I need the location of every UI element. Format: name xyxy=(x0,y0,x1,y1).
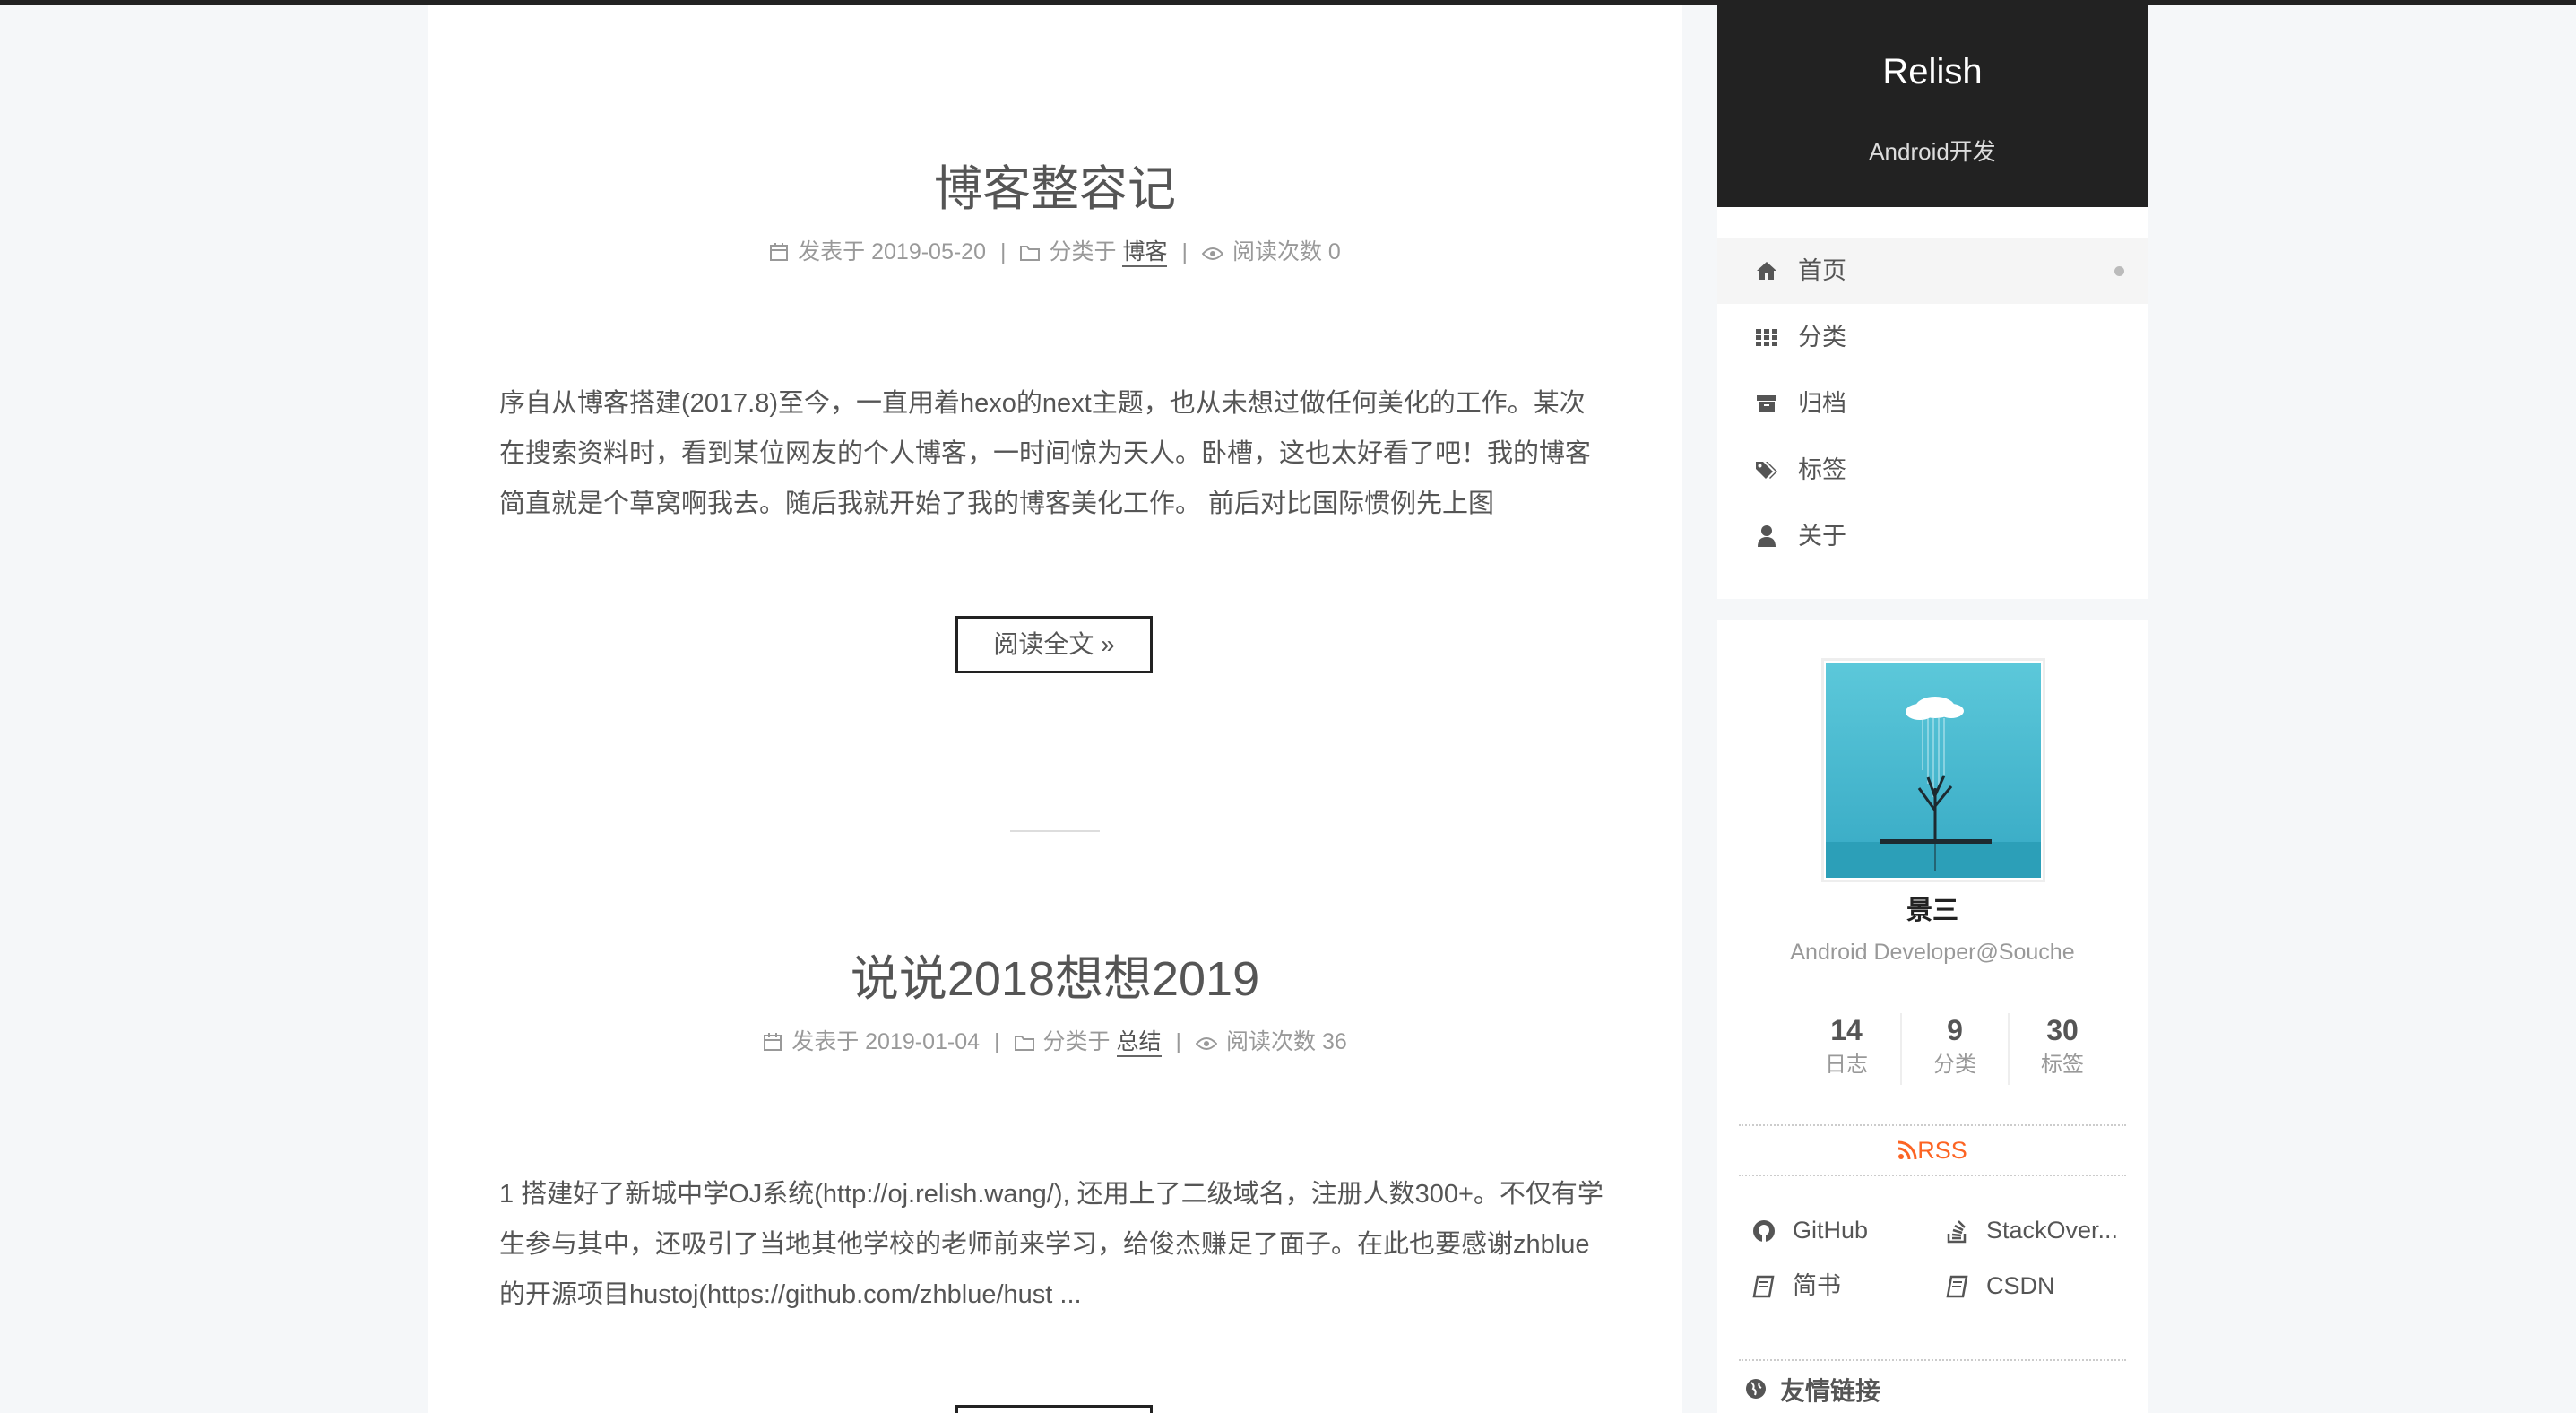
post-views: 阅读次数 36 xyxy=(1226,1029,1347,1054)
menu-item-tags[interactable]: 标签 xyxy=(1717,437,2148,503)
stat-label: 标签 xyxy=(2041,1053,2084,1077)
post-excerpt: 1 搭建好了新城中学OJ系统(http://oj.relish.wang/), … xyxy=(499,1180,1604,1309)
eye-icon xyxy=(1196,1037,1218,1050)
post-meta: 发表于 2019-05-20 | 分类于 博客 | 阅读次数 0 xyxy=(428,234,1682,267)
read-more-button[interactable]: 阅读全文 » xyxy=(955,616,1153,673)
rss-section: RSS xyxy=(1739,1124,2126,1176)
site-brand: Relish Android开发 xyxy=(1717,5,2148,207)
menu-item-label: 标签 xyxy=(1798,456,1846,483)
post-title[interactable]: 博客整容记 xyxy=(428,149,1682,220)
stat-posts[interactable]: 14 日志 xyxy=(1793,1013,1900,1085)
post-meta: 发表于 2019-01-04 | 分类于 总结 | 阅读次数 36 xyxy=(428,1024,1682,1057)
rss-icon xyxy=(1898,1140,1917,1160)
post-date: 发表于 2019-01-04 xyxy=(791,1029,981,1054)
avatar xyxy=(1821,658,2045,882)
stat-count: 30 xyxy=(2046,1014,2079,1046)
menu-item-label: 分类 xyxy=(1798,324,1846,351)
avatar-image xyxy=(1826,663,2041,878)
friend-links-section: 友情链接 xyxy=(1739,1359,2126,1405)
site-subtitle: Android开发 xyxy=(1869,138,1996,165)
menu-item-label: 首页 xyxy=(1798,257,1846,284)
globe-icon xyxy=(1746,1379,1766,1399)
author-name: 景三 xyxy=(1906,897,1958,925)
folder-icon xyxy=(1014,1036,1034,1051)
post-category-link[interactable]: 总结 xyxy=(1116,1029,1162,1057)
stat-label: 日志 xyxy=(1825,1053,1868,1077)
archive-icon xyxy=(1757,395,1776,412)
site-title[interactable]: Relish xyxy=(1717,52,2148,92)
tags-icon xyxy=(1756,462,1777,479)
main-content: 博客整容记 发表于 2019-05-20 | 分类于 博客 | 阅读次数 0 序自从博客… xyxy=(428,5,1682,1413)
eye-icon xyxy=(1201,247,1223,260)
menu-item-home[interactable]: 首页 xyxy=(1717,238,2148,304)
post-date: 发表于 2019-05-20 xyxy=(798,239,986,264)
rss-label: RSS xyxy=(1917,1137,1967,1164)
stat-tags[interactable]: 30 标签 xyxy=(2008,1013,2115,1085)
meta-separator: | xyxy=(994,1029,1000,1054)
user-icon xyxy=(1758,525,1776,547)
active-indicator-dot xyxy=(2114,266,2124,276)
link-github[interactable]: GitHub xyxy=(1751,1212,1868,1248)
calendar-icon xyxy=(770,243,789,261)
meta-separator: | xyxy=(999,239,1007,264)
stat-categories[interactable]: 9 分类 xyxy=(1900,1013,2008,1085)
folder-icon xyxy=(1020,246,1041,261)
home-icon xyxy=(1757,262,1776,280)
stat-count: 14 xyxy=(1830,1014,1863,1046)
stat-label: 分类 xyxy=(1933,1053,1976,1077)
meta-separator: | xyxy=(1181,239,1188,264)
book-icon xyxy=(1946,1275,1968,1298)
grid-icon xyxy=(1756,329,1777,346)
menu-item-label: 归档 xyxy=(1798,390,1846,417)
stackoverflow-icon xyxy=(1947,1220,1967,1244)
site-stats: 14 日志 9 分类 30 标签 xyxy=(1793,1013,2115,1085)
category-prefix: 分类于 xyxy=(1049,239,1117,264)
calendar-icon xyxy=(764,1033,782,1051)
post-excerpt: 序自从博客搭建(2017.8)至今，一直用着hexo的next主题，也从未想过做… xyxy=(499,389,1592,518)
github-icon xyxy=(1753,1220,1775,1242)
stat-count: 9 xyxy=(1947,1014,1963,1046)
book-icon xyxy=(1752,1275,1775,1298)
menu-item-label: 关于 xyxy=(1798,523,1846,550)
menu-item-about[interactable]: 关于 xyxy=(1717,503,2148,569)
category-prefix: 分类于 xyxy=(1042,1029,1111,1054)
author-profile-panel: 景三 Android Developer@Souche 14 日志 9 分类 3… xyxy=(1717,620,2148,1413)
link-stackoverflow[interactable]: StackOver... xyxy=(1945,1212,2118,1248)
link-jianshu[interactable]: 简书 xyxy=(1751,1268,1841,1304)
rss-link[interactable]: RSS xyxy=(1897,1126,1967,1175)
post-title[interactable]: 说说2018想想2019 xyxy=(428,939,1682,1010)
menu-item-categories[interactable]: 分类 xyxy=(1717,304,2148,370)
post-views: 阅读次数 0 xyxy=(1232,239,1341,264)
read-more-button[interactable] xyxy=(955,1405,1153,1413)
menu-item-archives[interactable]: 归档 xyxy=(1717,370,2148,437)
link-csdn[interactable]: CSDN xyxy=(1945,1268,2055,1304)
meta-separator: | xyxy=(1175,1029,1182,1054)
post-category-link[interactable]: 博客 xyxy=(1122,239,1168,267)
author-description: Android Developer@Souche xyxy=(1790,940,2075,965)
post-divider xyxy=(1010,830,1100,832)
site-nav-menu: 首页 分类 归档 标签 关于 xyxy=(1717,207,2148,599)
friend-links-title: 友情链接 xyxy=(1744,1372,1880,1408)
link-label: StackOver... xyxy=(1986,1217,2119,1244)
